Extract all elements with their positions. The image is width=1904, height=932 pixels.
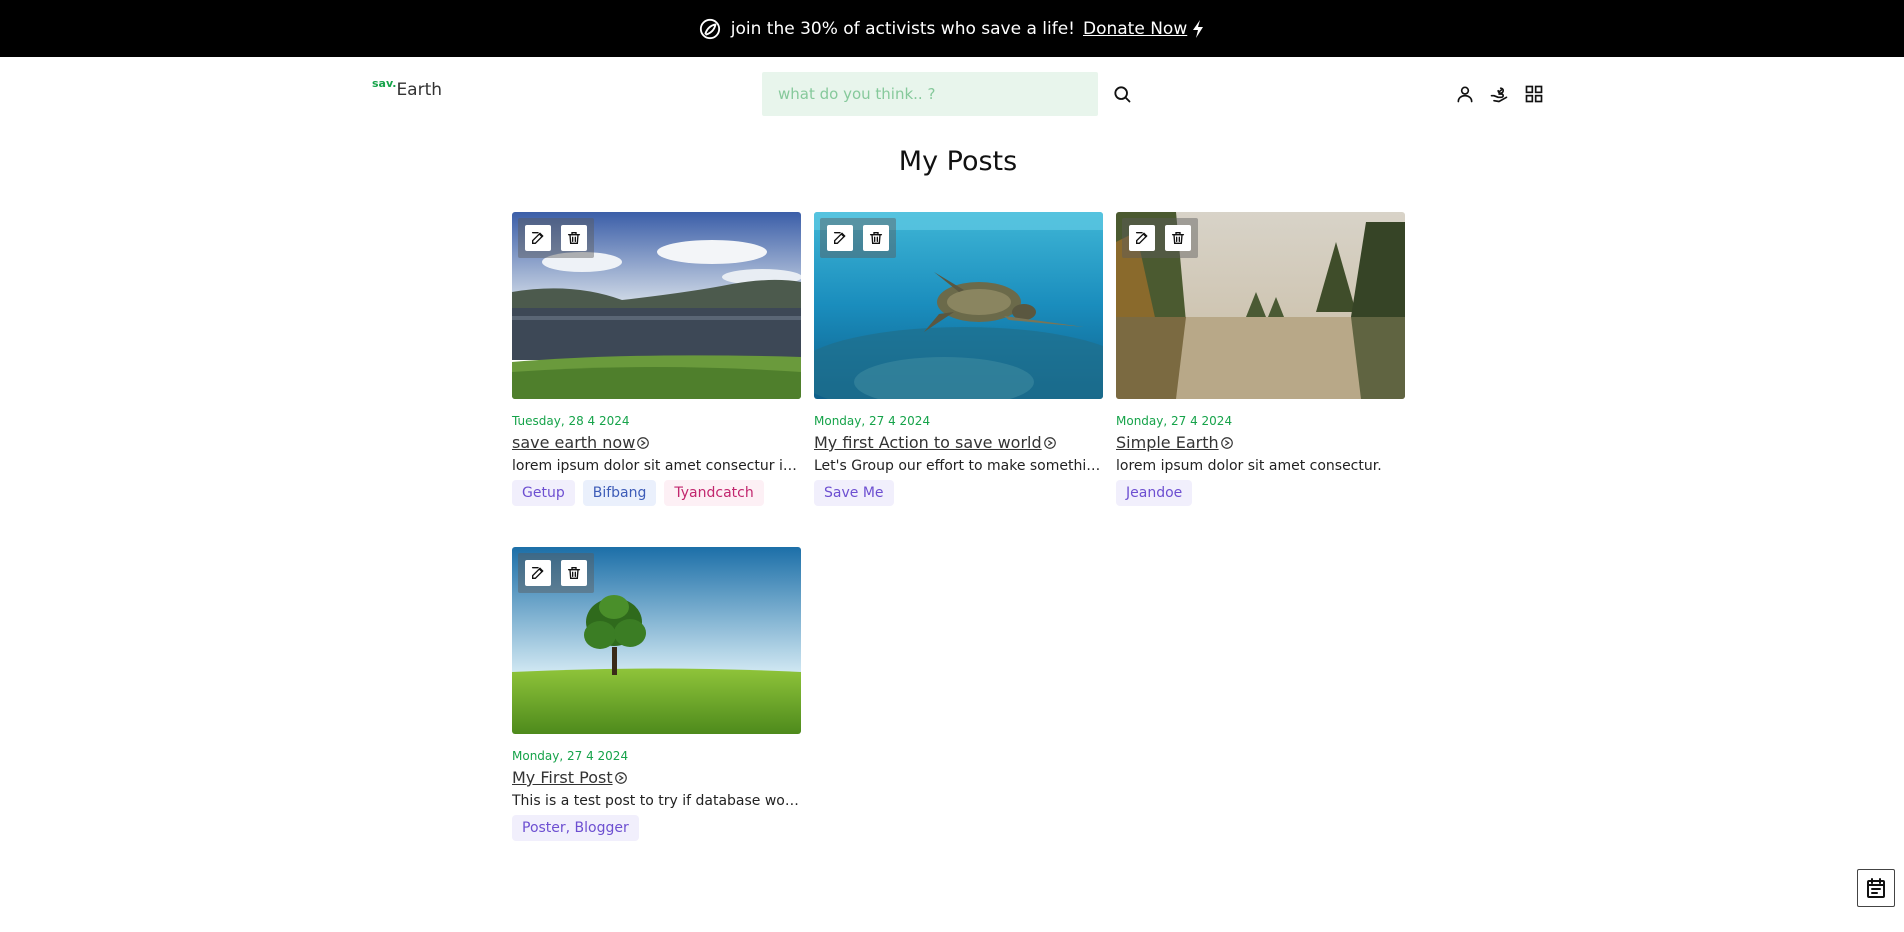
trash-icon (568, 567, 580, 579)
donate-now-link[interactable]: Donate Now (1083, 19, 1187, 39)
lightning-icon (1193, 19, 1204, 38)
logo-name: Earth (396, 80, 443, 100)
announcement-banner: join the 30% of activists who save a lif… (0, 0, 1904, 57)
post-title: Simple Earth (1116, 433, 1219, 452)
tag[interactable]: Jeandoe (1116, 480, 1193, 506)
trash-icon (568, 232, 580, 244)
post-title: My first Action to save world (814, 433, 1042, 452)
calendar-button[interactable] (1857, 869, 1895, 907)
search-input[interactable] (762, 72, 1098, 116)
post-card: Tuesday, 28 4 2024 save earth now lorem … (512, 212, 801, 506)
arrow-circle-icon (1220, 436, 1233, 449)
edit-icon (532, 232, 544, 244)
post-tags: Poster, Blogger (512, 815, 801, 841)
tag[interactable]: Bifbang (582, 480, 657, 506)
post-title: My First Post (512, 768, 613, 787)
user-icon[interactable] (1455, 84, 1475, 104)
post-description: Let's Group our effort to make something… (814, 458, 1103, 474)
delete-button[interactable] (561, 225, 587, 251)
post-card: Monday, 27 4 2024 My First Post This is … (512, 547, 801, 841)
edit-button[interactable] (525, 225, 551, 251)
post-actions (518, 218, 594, 258)
post-actions (518, 553, 594, 593)
delete-button[interactable] (561, 560, 587, 586)
edit-button[interactable] (1129, 225, 1155, 251)
post-date: Monday, 27 4 2024 (1116, 414, 1233, 428)
post-image[interactable] (512, 547, 801, 734)
post-description: This is a test post to try if database w… (512, 793, 801, 809)
trash-icon (870, 232, 882, 244)
search-icon[interactable] (1112, 84, 1132, 104)
donate-hand-icon[interactable] (1489, 84, 1509, 104)
logo-prefix: sav. (372, 77, 397, 90)
tag[interactable]: Tyandcatch (664, 480, 764, 506)
arrow-circle-icon (614, 771, 627, 784)
post-date: Monday, 27 4 2024 (814, 414, 931, 428)
post-date: Monday, 27 4 2024 (512, 749, 629, 763)
tag[interactable]: Save Me (814, 480, 894, 506)
arrow-circle-icon (1043, 436, 1056, 449)
arrow-circle-icon (637, 436, 650, 449)
post-tags: Save Me (814, 480, 1103, 506)
calendar-icon (1867, 878, 1885, 898)
trash-icon (1172, 232, 1184, 244)
tag[interactable]: Poster, Blogger (512, 815, 639, 841)
edit-icon (1136, 232, 1148, 244)
edit-icon (532, 567, 544, 579)
post-actions (820, 218, 896, 258)
edit-button[interactable] (525, 560, 551, 586)
post-title-link[interactable]: Simple Earth (1116, 433, 1405, 452)
grid-menu-icon[interactable] (1524, 84, 1544, 104)
delete-button[interactable] (1165, 225, 1191, 251)
edit-button[interactable] (827, 225, 853, 251)
post-description: lorem ipsum dolor sit amet consectur im … (512, 458, 801, 474)
edit-icon (834, 232, 846, 244)
post-date: Tuesday, 28 4 2024 (512, 414, 630, 428)
post-actions (1122, 218, 1198, 258)
post-card: Monday, 27 4 2024 Simple Earth lorem ips… (1116, 212, 1405, 506)
post-image[interactable] (1116, 212, 1405, 399)
leaf-icon (699, 18, 720, 39)
post-title-link[interactable]: save earth now (512, 433, 801, 452)
tag[interactable]: Getup (512, 480, 575, 506)
post-tags: Jeandoe (1116, 480, 1405, 506)
post-title: save earth now (512, 433, 636, 452)
site-logo[interactable]: sav. Earth (372, 77, 443, 100)
post-title-link[interactable]: My first Action to save world (814, 433, 1103, 452)
post-description: lorem ipsum dolor sit amet consectur. (1116, 458, 1382, 474)
post-card: Monday, 27 4 2024 My first Action to sav… (814, 212, 1103, 506)
post-title-link[interactable]: My First Post (512, 768, 801, 787)
post-image[interactable] (512, 212, 801, 399)
page-title: My Posts (898, 146, 1018, 177)
delete-button[interactable] (863, 225, 889, 251)
post-tags: Getup Bifbang Tyandcatch (512, 480, 801, 506)
post-image[interactable] (814, 212, 1103, 399)
banner-text: join the 30% of activists who save a lif… (730, 18, 1075, 39)
